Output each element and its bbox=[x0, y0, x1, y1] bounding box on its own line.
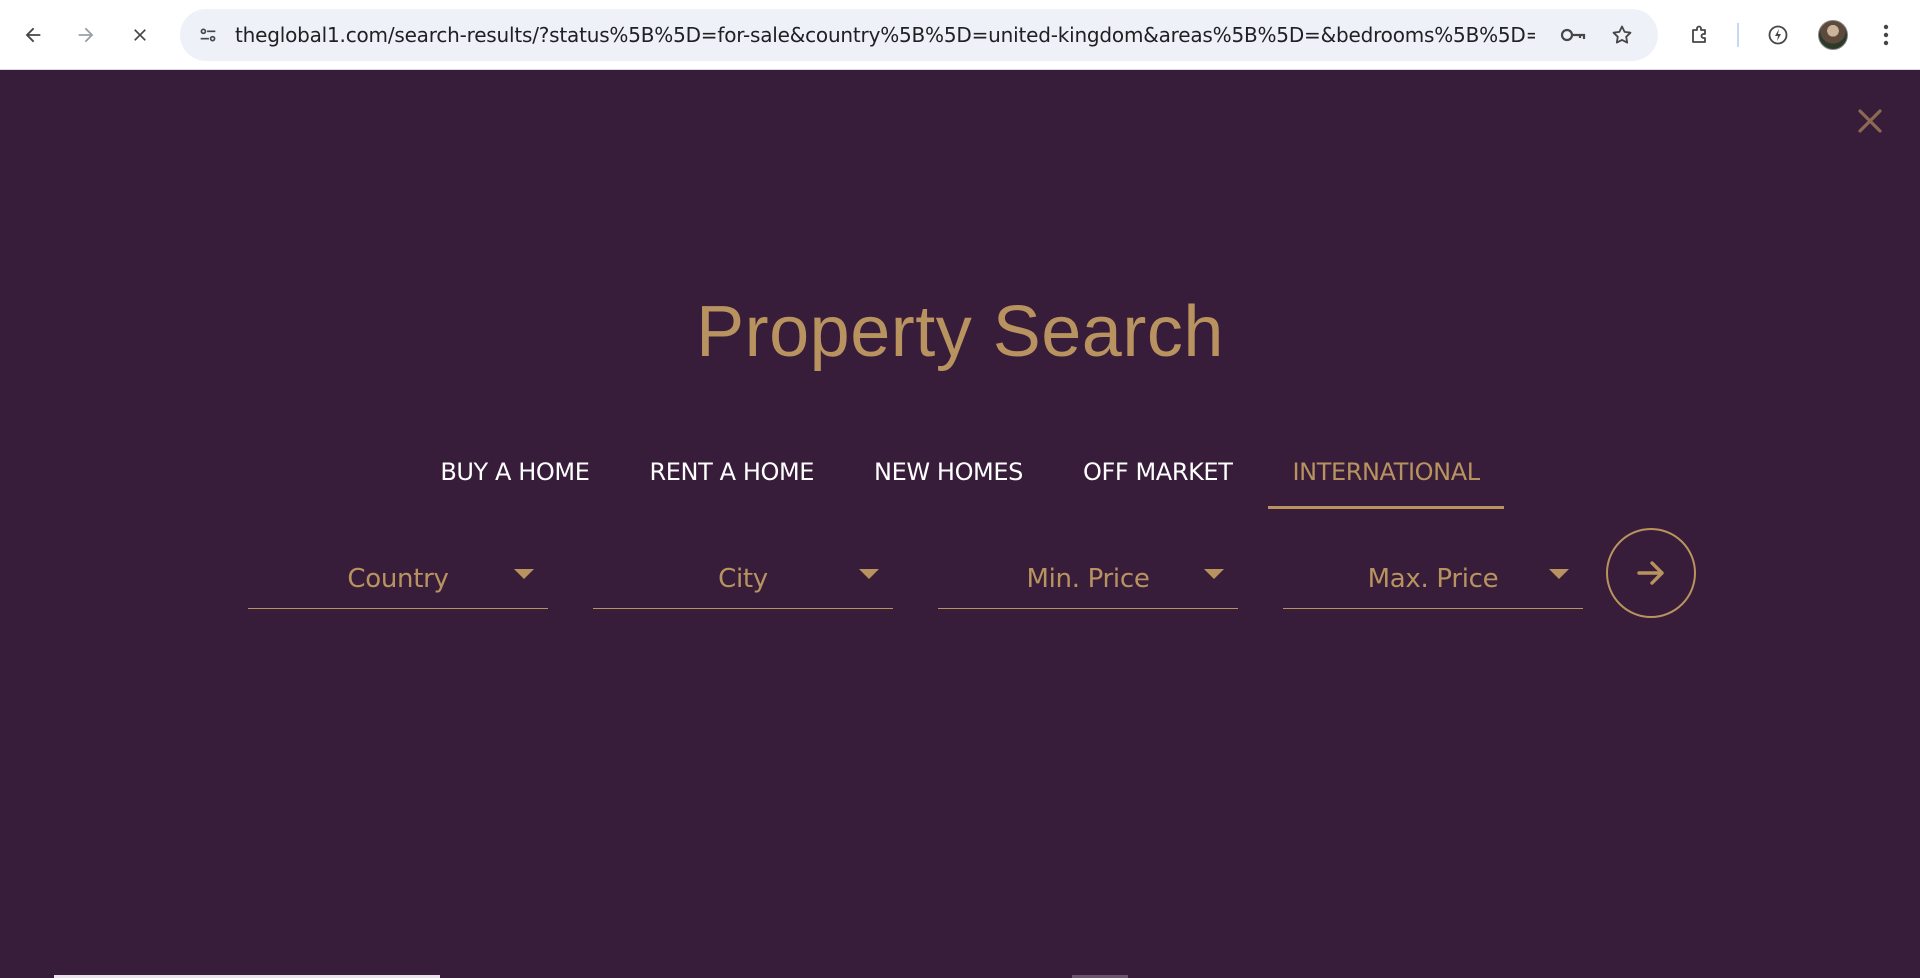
chevron-down-icon bbox=[859, 569, 879, 579]
country-select[interactable]: Country bbox=[248, 527, 548, 609]
url-text[interactable]: theglobal1.com/search-results/?status%5B… bbox=[235, 9, 1535, 61]
profile-avatar[interactable] bbox=[1818, 20, 1848, 50]
close-icon bbox=[1858, 109, 1882, 133]
arrow-right-icon bbox=[1637, 561, 1664, 585]
bookmark-button[interactable] bbox=[1604, 17, 1640, 53]
more-menu-icon bbox=[1883, 24, 1889, 46]
stop-loading-icon bbox=[134, 29, 146, 41]
chevron-down-icon bbox=[514, 569, 534, 579]
chevron-down-icon bbox=[1549, 569, 1569, 579]
password-key-button[interactable] bbox=[1555, 17, 1591, 53]
max-price-select[interactable]: Max. Price bbox=[1283, 527, 1583, 609]
min-price-select-label: Min. Price bbox=[1026, 564, 1150, 594]
site-info-icon bbox=[200, 28, 216, 42]
search-filters: Country City Min. Price Max. Price bbox=[248, 527, 1698, 609]
search-submit-button[interactable] bbox=[1606, 528, 1696, 618]
city-select-label: City bbox=[718, 564, 768, 594]
address-bar[interactable]: theglobal1.com/search-results/?status%5B… bbox=[180, 9, 1658, 61]
chevron-down-icon bbox=[1204, 569, 1224, 579]
min-price-select[interactable]: Min. Price bbox=[938, 527, 1238, 609]
extensions-button[interactable] bbox=[1680, 15, 1720, 55]
search-tabs: BUY A HOME RENT A HOME NEW HOMES OFF MAR… bbox=[0, 446, 1920, 509]
performance-button[interactable] bbox=[1758, 15, 1798, 55]
password-key-icon bbox=[1560, 28, 1586, 42]
back-arrow-icon bbox=[25, 27, 41, 43]
tab-off-market[interactable]: OFF MARKET bbox=[1059, 446, 1257, 509]
browser-toolbar: theglobal1.com/search-results/?status%5B… bbox=[0, 0, 1920, 70]
max-price-select-label: Max. Price bbox=[1367, 564, 1499, 594]
tab-international[interactable]: INTERNATIONAL bbox=[1268, 446, 1504, 509]
bookmark-star-icon bbox=[1612, 25, 1632, 44]
forward-button[interactable] bbox=[66, 15, 106, 55]
close-overlay-button[interactable] bbox=[1852, 103, 1888, 139]
page-title: Property Search bbox=[696, 292, 1224, 372]
back-button[interactable] bbox=[13, 15, 53, 55]
stop-loading-button[interactable] bbox=[120, 15, 160, 55]
country-select-label: Country bbox=[347, 564, 449, 594]
property-search-overlay: Property Search BUY A HOME RENT A HOME N… bbox=[0, 71, 1920, 978]
tab-rent-a-home[interactable]: RENT A HOME bbox=[626, 446, 839, 509]
toolbar-separator bbox=[1737, 23, 1739, 47]
performance-icon bbox=[1768, 25, 1788, 45]
forward-arrow-icon bbox=[78, 27, 94, 43]
more-menu-button[interactable] bbox=[1866, 15, 1906, 55]
tab-buy-a-home[interactable]: BUY A HOME bbox=[416, 446, 613, 509]
city-select[interactable]: City bbox=[593, 527, 893, 609]
extensions-icon bbox=[1692, 25, 1706, 43]
site-info-button[interactable] bbox=[190, 17, 226, 53]
tab-new-homes[interactable]: NEW HOMES bbox=[850, 446, 1047, 509]
